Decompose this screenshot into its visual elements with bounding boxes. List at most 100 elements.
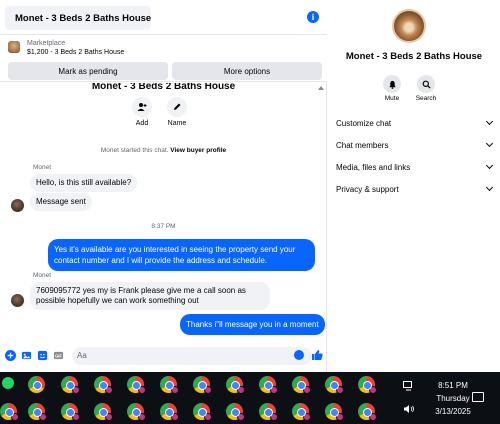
conversation-title-button[interactable]: Monet - 3 Beds 2 Baths House [5,6,151,30]
conversation-details-panel: Monet - 3 Beds 2 Baths House Mute Search… [328,0,500,372]
chrome-profile-icon[interactable] [0,403,19,421]
clock-day: Thursday [436,394,470,403]
bell-icon [383,75,401,93]
chrome-profile-icon[interactable] [358,376,377,394]
chevron-down-icon [485,161,494,170]
profile-badge-icon [369,413,377,421]
message-timestamp: 8:37 PM [151,223,176,230]
volume-icon[interactable] [403,404,415,414]
profile-badge-icon [270,386,278,394]
message-input[interactable]: Aa [72,347,312,365]
incoming-message[interactable]: 7609095772 yes my is Frank please give m… [30,282,270,310]
clock-time: 8:51 PM [438,381,468,390]
chrome-profile-icon[interactable] [325,376,344,394]
listing-title[interactable]: $1,200 - 3 Beds 2 Baths House [27,49,124,56]
outgoing-message[interactable]: Thanks i"ll message you in a moment [180,314,325,335]
avatar[interactable] [11,199,24,212]
pencil-icon [167,97,187,117]
add-label: Add [135,120,149,127]
chrome-profile-icon[interactable] [127,403,146,421]
profile-badge-icon [204,413,212,421]
chrome-profile-icon[interactable] [193,403,212,421]
profile-name: Monet - 3 Beds 2 Baths House [91,83,236,92]
system-clock[interactable]: 8:51 PM Thursday 3/13/2025 [428,379,478,418]
chat-pane: Monet - 3 Beds 2 Baths House i Marketpla… [0,0,327,372]
section-label: Chat members [336,140,389,150]
view-buyer-profile-link[interactable]: View buyer profile [170,147,226,154]
chrome-profile-icon[interactable] [226,376,245,394]
notification-icon[interactable] [472,392,484,402]
chevron-down-icon [485,117,494,126]
profile-badge-icon [138,386,146,394]
search-button[interactable]: Search [409,75,443,102]
chrome-profile-icon[interactable] [94,376,113,394]
chrome-profile-icon[interactable] [259,403,278,421]
profile-badge-icon [72,386,80,394]
profile-badge-icon [39,413,47,421]
sticker-icon[interactable] [37,350,48,361]
outgoing-message[interactable]: Yes it's available are you interested in… [48,239,315,271]
privacy-support-section[interactable]: Privacy & support [336,180,496,198]
details-name: Monet - 3 Beds 2 Baths House [345,51,483,62]
profile-badge-icon [303,386,311,394]
media-files-links-section[interactable]: Media, files and links [336,158,496,176]
incoming-message[interactable]: Message sent [30,193,92,211]
message-list[interactable]: Monet - 3 Beds 2 Baths House Add Name Mo… [0,83,327,341]
profile-badge-icon [336,413,344,421]
chat-header: Monet - 3 Beds 2 Baths House i [0,0,327,34]
avatar[interactable] [392,9,426,43]
chrome-profile-icon[interactable] [226,403,245,421]
more-options-button[interactable]: More options [172,62,322,80]
network-icon[interactable] [403,381,415,391]
chrome-profile-icon[interactable] [193,376,212,394]
chrome-profile-icon[interactable] [325,403,344,421]
incoming-message[interactable]: Hello, is this still available? [30,174,138,192]
section-label: Privacy & support [336,184,399,194]
chrome-icon[interactable] [28,376,45,393]
name-label: Name [167,120,187,127]
profile-badge-icon [237,413,245,421]
profile-badge-icon [204,386,212,394]
customize-chat-section[interactable]: Customize chat [336,114,496,132]
chrome-profile-icon[interactable] [61,376,80,394]
chrome-profile-icon[interactable] [358,403,377,421]
gif-icon[interactable]: GIF [53,350,64,361]
name-button[interactable]: Name [162,97,192,127]
chrome-profile-icon[interactable] [160,403,179,421]
profile-badge-icon [237,386,245,394]
search-label: Search [415,95,437,102]
search-icon [417,75,435,93]
emoji-icon[interactable] [294,350,304,360]
photo-icon[interactable] [21,350,32,361]
chrome-profile-icon[interactable] [94,403,113,421]
chrome-profile-icon[interactable] [292,403,311,421]
scroll-up-arrow-icon[interactable] [318,86,324,90]
conversation-title: Monet - 3 Beds 2 Baths House [15,12,152,24]
plus-icon[interactable] [5,350,16,361]
chrome-profile-icon[interactable] [61,403,80,421]
mark-as-pending-button[interactable]: Mark as pending [8,62,168,80]
chrome-profile-icon[interactable] [127,376,146,394]
chat-members-section[interactable]: Chat members [336,136,496,154]
avatar[interactable] [11,294,24,307]
profile-badge-icon [138,413,146,421]
add-person-icon [132,97,152,117]
listing-thumbnail[interactable] [8,41,20,53]
chevron-down-icon [485,183,494,192]
chevron-down-icon [485,139,494,148]
sender-name: Monet [33,164,52,171]
add-button[interactable]: Add [127,97,157,127]
info-icon[interactable]: i [307,11,319,23]
profile-badge-icon [105,386,113,394]
chrome-profile-icon[interactable] [160,376,179,394]
mute-button[interactable]: Mute [375,75,409,102]
chrome-profile-icon[interactable] [292,376,311,394]
profile-badge-icon [171,413,179,421]
chrome-profile-icon[interactable] [28,403,47,421]
thumbs-up-icon[interactable] [311,349,323,361]
listing-banner: Marketplace $1,200 - 3 Beds 2 Baths Hous… [0,34,327,82]
whatsapp-icon[interactable] [2,377,14,389]
profile-badge-icon [369,386,377,394]
profile-badge-icon [171,386,179,394]
chrome-profile-icon[interactable] [259,376,278,394]
